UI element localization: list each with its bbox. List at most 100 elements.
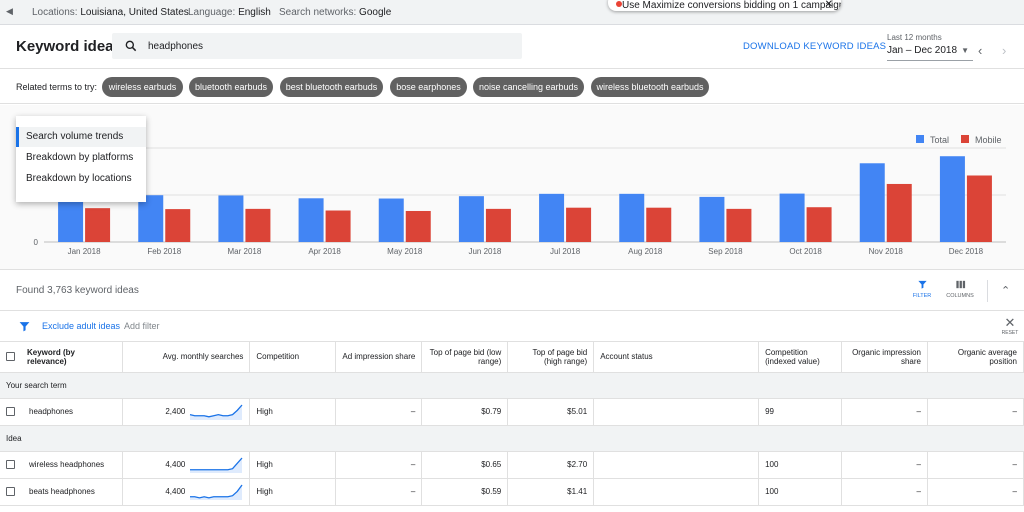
related-chip[interactable]: bose earphones: [390, 77, 467, 97]
locations-setting[interactable]: Locations: Louisiana, United States: [32, 7, 189, 18]
bid-high-header[interactable]: Top of page bid (high range): [507, 342, 595, 373]
bar-total: [378, 198, 404, 242]
exclude-adult-ideas-filter[interactable]: Exclude adult ideas: [42, 321, 120, 331]
x-tick-label: Feb 2018: [147, 247, 181, 256]
row-checkbox[interactable]: [6, 487, 15, 497]
legend-swatch: [916, 135, 924, 143]
bar-mobile: [966, 175, 992, 242]
bar-mobile: [726, 208, 752, 242]
columns-button[interactable]: COLUMNS: [940, 279, 980, 299]
competition-index-header[interactable]: Competition (indexed value): [758, 342, 843, 373]
toast-text: Use Maximize conversions bidding on 1 ca…: [622, 0, 841, 11]
cell-keyword: beats headphones: [0, 478, 124, 506]
bar-mobile: [646, 207, 672, 242]
cell-bid-high: $1.41: [507, 478, 595, 506]
searches-value: 4,400: [165, 486, 186, 496]
table-row[interactable]: headphones 2,400 High – $0.79 $5.01 99– –: [0, 398, 1024, 426]
cell-organic-share: –: [841, 451, 928, 479]
reset-button[interactable]: ✕ RESET: [998, 316, 1022, 337]
y-tick-label: 0: [34, 238, 39, 247]
cell-competition: High: [249, 451, 337, 479]
keyword-text[interactable]: headphones: [29, 407, 73, 416]
related-chip[interactable]: best bluetooth earbuds: [280, 77, 383, 97]
x-tick-label: Nov 2018: [869, 247, 904, 256]
sparkline-area: [190, 457, 243, 473]
keyword-text[interactable]: wireless headphones: [29, 460, 104, 469]
searches-value: 2,400: [165, 406, 186, 416]
previous-period-icon[interactable]: ‹: [978, 43, 982, 58]
date-range-label: Last 12 months: [887, 33, 942, 42]
avg-monthly-searches-header[interactable]: Avg. monthly searches: [122, 342, 251, 373]
locations-value: Louisiana, United States: [80, 7, 189, 18]
alert-dot-icon: [616, 1, 622, 7]
bar-total: [619, 193, 645, 242]
add-filter-button[interactable]: Add filter: [124, 321, 160, 331]
bar-total: [138, 195, 164, 242]
results-count: Found 3,763 keyword ideas: [16, 285, 139, 296]
menu-item-breakdown-platforms[interactable]: Breakdown by platforms: [16, 148, 146, 168]
notification-toast[interactable]: Use Maximize conversions bidding on 1 ca…: [608, 0, 841, 11]
menu-item-breakdown-locations[interactable]: Breakdown by locations: [16, 169, 146, 189]
dropdown-caret-icon: ▼: [961, 46, 969, 55]
bid-low-header[interactable]: Top of page bid (low range): [421, 342, 509, 373]
download-keyword-ideas-button[interactable]: DOWNLOAD KEYWORD IDEAS: [743, 41, 886, 52]
next-period-icon[interactable]: ›: [1002, 43, 1006, 58]
cell-bid-low: $0.59: [421, 478, 509, 506]
related-chip[interactable]: wireless earbuds: [102, 77, 183, 97]
legend-swatch: [961, 135, 969, 143]
x-tick-label: Apr 2018: [308, 247, 341, 256]
search-box[interactable]: [112, 33, 522, 59]
locations-label: Locations:: [32, 7, 78, 18]
group-label: Idea: [0, 425, 1024, 452]
language-setting[interactable]: Language: English: [188, 7, 271, 18]
bar-chart: 0 Jan 2018 Feb 2018 Mar 2018 Apr 2018 May 201…: [34, 135, 1006, 256]
search-networks-setting[interactable]: Search networks: Google: [279, 7, 391, 18]
related-chip[interactable]: noise cancelling earbuds: [473, 77, 584, 97]
bar-total: [298, 198, 324, 242]
searches-value: 4,400: [165, 459, 186, 469]
cell-searches: 4,400: [122, 451, 251, 479]
cell-bid-low: $0.79: [421, 398, 509, 426]
cell-comp-index: 100: [758, 478, 843, 506]
menu-item-search-volume-trends[interactable]: Search volume trends: [16, 127, 146, 147]
select-all-checkbox[interactable]: [6, 352, 15, 362]
keyword-column-header[interactable]: Keyword (by relevance): [0, 342, 124, 373]
cell-account-status: [593, 451, 760, 479]
bar-mobile: [325, 210, 351, 242]
networks-value: Google: [359, 7, 392, 18]
close-icon[interactable]: ✕: [825, 0, 833, 10]
date-range-select[interactable]: Jan – Dec 2018 ▼: [887, 45, 973, 61]
search-input[interactable]: [148, 37, 508, 55]
competition-header[interactable]: Competition: [249, 342, 337, 373]
cell-account-status: [593, 478, 760, 506]
filter-icon[interactable]: [18, 320, 31, 333]
table-header-row: Keyword (by relevance) Avg. monthly sear…: [0, 342, 1024, 373]
related-chip[interactable]: bluetooth earbuds: [189, 77, 273, 97]
organic-average-position-header[interactable]: Organic average position: [927, 342, 1024, 373]
bar-total: [58, 195, 84, 242]
keyword-text[interactable]: beats headphones: [29, 487, 95, 496]
trend-sparkline: [190, 404, 243, 420]
back-arrow-icon[interactable]: ◀: [6, 6, 16, 18]
header-label: Keyword (by relevance): [27, 347, 76, 366]
collapse-icon[interactable]: ⌃: [1001, 284, 1010, 297]
cell-ad-share: –: [335, 451, 423, 479]
table-row[interactable]: beats headphones 4,400 High – $0.59 $1.41 100–…: [0, 478, 1024, 506]
legend-label: Mobile: [975, 135, 1002, 145]
filter-button[interactable]: FILTER: [902, 279, 942, 299]
bar-mobile: [886, 183, 912, 242]
x-tick-label: Aug 2018: [628, 247, 663, 256]
page-title: Keyword ideas: [16, 38, 122, 55]
related-chip[interactable]: wireless bluetooth earbuds: [591, 77, 709, 97]
group-label: Your search term: [0, 372, 1024, 399]
account-status-header[interactable]: Account status: [593, 342, 760, 373]
row-checkbox[interactable]: [6, 460, 15, 470]
x-tick-label: Jun 2018: [468, 247, 501, 256]
filter-bar: Exclude adult ideas Add filter: [0, 312, 1024, 342]
ad-impression-share-header[interactable]: Ad impression share: [335, 342, 423, 373]
networks-label: Search networks:: [279, 7, 357, 18]
row-checkbox[interactable]: [6, 407, 15, 417]
table-row[interactable]: wireless headphones 4,400 High – $0.65 $2.70 1…: [0, 451, 1024, 479]
organic-impression-share-header[interactable]: Organic impression share: [841, 342, 928, 373]
x-tick-label: Sep 2018: [708, 247, 743, 256]
